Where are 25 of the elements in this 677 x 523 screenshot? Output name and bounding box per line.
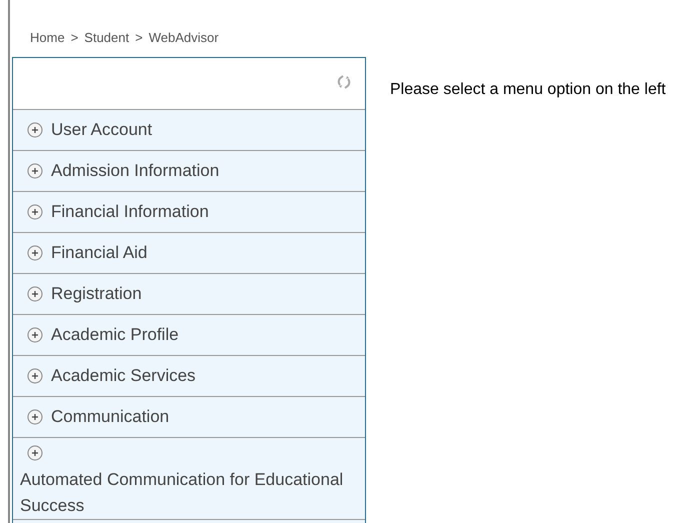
breadcrumb-link[interactable]: WebAdvisor	[148, 30, 219, 46]
menu-item-label: Academic Services	[51, 366, 196, 386]
menu-item-label: Academic Profile	[51, 325, 179, 345]
breadcrumb-separator: >	[70, 30, 78, 46]
menu-item[interactable]: Communication	[13, 397, 365, 438]
menu-item[interactable]: Academic Services	[13, 356, 365, 397]
menu-item[interactable]: Automated Communication for Educational Success	[13, 438, 365, 520]
menu-item-label: Admission Information	[51, 161, 220, 181]
menu-item[interactable]: Academic Profile	[13, 315, 365, 356]
menu-item[interactable]: Financial Aid	[13, 233, 365, 274]
menu-item-label: Communication	[51, 407, 170, 427]
breadcrumb-link[interactable]: Student	[84, 30, 130, 46]
instruction-text: Please select a menu option on the left	[389, 80, 666, 100]
menu-item-label: Financial Aid	[51, 243, 148, 263]
menu-item[interactable]: Registration	[13, 274, 365, 315]
menu-item-label: User Account	[51, 120, 152, 140]
menu-item[interactable]: User Account	[13, 110, 365, 151]
breadcrumb-separator: >	[135, 30, 143, 46]
breadcrumb-link[interactable]: Home	[30, 30, 65, 46]
menu-item-label: Financial Information	[51, 202, 209, 222]
menu-item-label: Automated Communication for Educational Success	[20, 470, 344, 515]
menu-item-label: Registration	[51, 284, 142, 304]
menu-item[interactable]: Admission Information	[13, 151, 365, 192]
refresh-icon[interactable]	[337, 74, 351, 90]
menu-item[interactable]: Financial Information	[13, 192, 365, 233]
